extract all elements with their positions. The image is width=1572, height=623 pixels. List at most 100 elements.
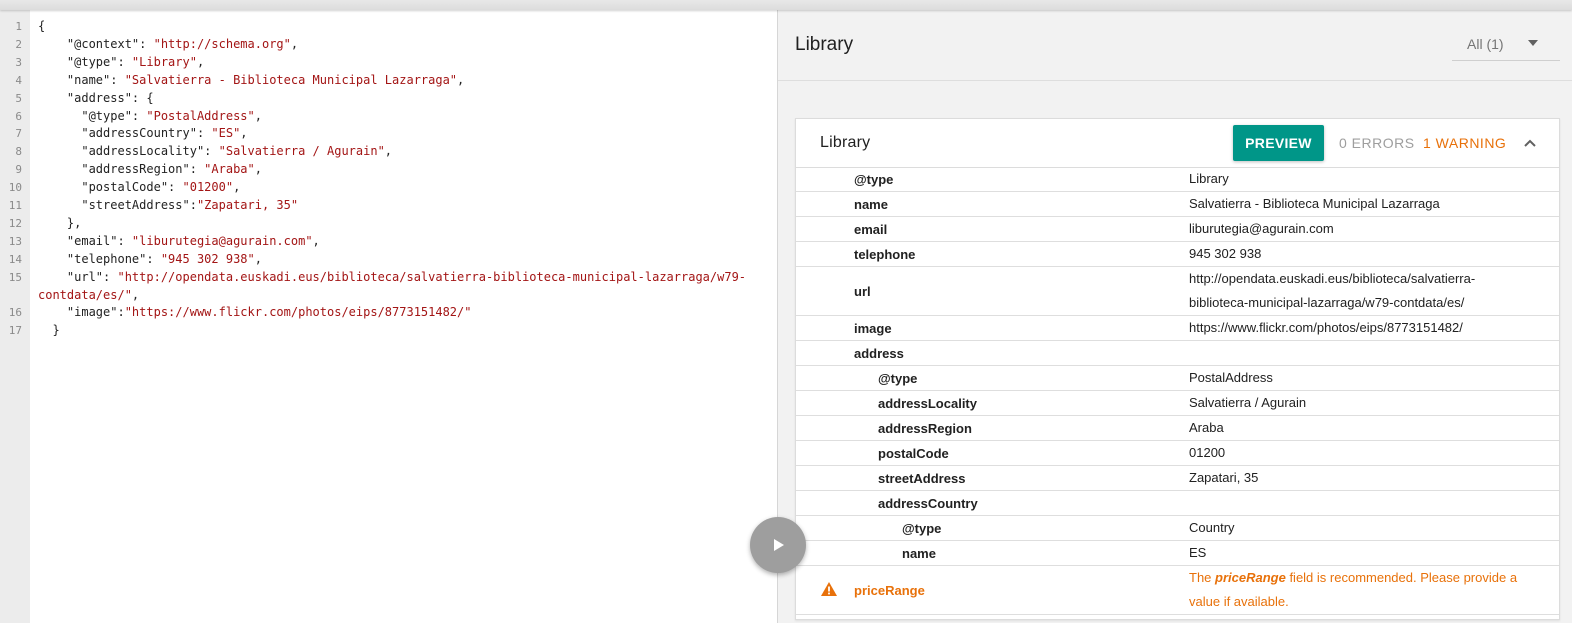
filter-selected-value: All (1) xyxy=(1467,36,1504,52)
line-number: 11 xyxy=(8,199,22,213)
code-lines[interactable]: 1{2 "@context": "http://schema.org", 3 "@… xyxy=(0,18,778,340)
json-token: , xyxy=(254,251,262,266)
property-key: @type xyxy=(902,520,942,536)
property-key: email xyxy=(854,221,888,237)
property-value: https://www.flickr.com/photos/eips/87731… xyxy=(1189,320,1463,335)
json-string-value: "Araba" xyxy=(204,162,255,177)
code-line[interactable]: 15 "url": "http://opendata.euskadi.eus/b… xyxy=(0,269,778,305)
line-number: 10 xyxy=(8,181,22,195)
property-key: addressCountry xyxy=(878,495,978,511)
property-key: image xyxy=(854,320,892,336)
property-value: ES xyxy=(1189,545,1207,560)
property-row: @type Library xyxy=(796,167,1559,192)
code-editor[interactable]: 1{2 "@context": "http://schema.org", 3 "@… xyxy=(0,10,778,623)
json-token: "image": xyxy=(38,305,125,320)
json-token: , xyxy=(312,233,320,248)
results-header: Library All (1) xyxy=(778,10,1572,81)
json-token: "url": xyxy=(38,269,118,284)
card-title: Library xyxy=(820,134,871,151)
json-string-value: "PostalAddress" xyxy=(146,108,255,123)
code-line[interactable]: 17 } xyxy=(0,322,778,340)
warnings-count[interactable]: 1 WARNING xyxy=(1423,135,1506,151)
code-line[interactable]: 1{ xyxy=(0,18,778,36)
code-line[interactable]: 3 "@type": "Library", xyxy=(0,54,778,72)
property-value: PostalAddress xyxy=(1189,370,1273,385)
property-key: @type xyxy=(854,171,894,187)
json-token: , xyxy=(384,144,393,159)
property-value: Salvatierra - Biblioteca Municipal Lazar… xyxy=(1189,196,1440,211)
property-value: Country xyxy=(1189,520,1235,535)
property-row: address xyxy=(796,341,1559,366)
json-token: "name": xyxy=(38,72,125,87)
warning-message-prefix: The xyxy=(1189,570,1216,585)
property-row: name ES xyxy=(796,541,1559,566)
warning-property-key: priceRange xyxy=(854,582,925,598)
code-text: "name": "Salvatierra - Biblioteca Munici… xyxy=(38,72,464,90)
code-line[interactable]: 5 "address": { xyxy=(0,90,778,108)
code-line[interactable]: 12 }, xyxy=(0,215,778,233)
property-row: @type Country xyxy=(796,516,1559,541)
warning-row[interactable]: priceRange The priceRange field is recomm… xyxy=(796,566,1559,615)
play-icon xyxy=(774,539,784,551)
json-string-value: "http://schema.org" xyxy=(153,36,291,51)
code-line[interactable]: 8 "addressLocality": "Salvatierra / Agur… xyxy=(0,143,778,161)
property-key: addressRegion xyxy=(878,420,972,436)
code-line[interactable]: 4 "name": "Salvatierra - Biblioteca Muni… xyxy=(0,72,778,90)
card-header[interactable]: Library PREVIEW 0 ERRORS 1 WARNING xyxy=(796,119,1559,168)
property-row: telephone 945 302 938 xyxy=(796,242,1559,267)
property-key: telephone xyxy=(854,246,916,262)
code-line[interactable]: 13 "email": "liburutegia@agurain.com", xyxy=(0,233,778,251)
code-text: "telephone": "945 302 938", xyxy=(38,251,262,269)
property-value: Zapatari, 35 xyxy=(1189,470,1259,485)
chevron-up-icon[interactable] xyxy=(1522,135,1538,151)
code-text: "addressLocality": "Salvatierra / Agurai… xyxy=(38,143,392,161)
property-key: @type xyxy=(878,370,918,386)
json-token: "@context": xyxy=(38,36,154,51)
property-value: Araba xyxy=(1189,420,1224,435)
code-line[interactable]: 6 "@type": "PostalAddress", xyxy=(0,108,778,126)
property-row: email liburutegia@agurain.com xyxy=(796,217,1559,242)
code-line[interactable]: 9 "addressRegion": "Araba", xyxy=(0,161,778,179)
code-text: { xyxy=(38,18,45,36)
code-line[interactable]: 14 "telephone": "945 302 938", xyxy=(0,251,778,269)
property-value: Salvatierra / Agurain xyxy=(1189,395,1307,410)
json-token: , xyxy=(233,180,241,195)
property-key: address xyxy=(854,345,904,361)
json-token: "addressCountry": xyxy=(38,126,212,141)
property-value: 01200 xyxy=(1189,445,1226,460)
code-line[interactable]: 7 "addressCountry": "ES", xyxy=(0,125,778,143)
json-token: }, xyxy=(38,215,82,230)
line-number: 5 xyxy=(15,91,22,105)
run-validation-button[interactable] xyxy=(750,517,806,573)
results-filter-dropdown[interactable]: All (1) xyxy=(1452,28,1560,61)
property-row: addressCountry xyxy=(796,491,1559,516)
property-value: 945 302 938 xyxy=(1189,246,1262,261)
json-token: } xyxy=(38,323,60,338)
json-token: "@type": xyxy=(38,54,132,69)
warning-field-name: priceRange xyxy=(1215,570,1286,585)
code-line[interactable]: 10 "postalCode": "01200", xyxy=(0,179,778,197)
json-token: , xyxy=(290,36,299,51)
code-line[interactable]: 11 "streetAddress":"Zapatari, 35" xyxy=(0,197,778,215)
property-value xyxy=(1189,491,1529,515)
code-line[interactable]: 16 "image":"https://www.flickr.com/photo… xyxy=(0,304,778,322)
json-string-value: "https://www.flickr.com/photos/eips/8773… xyxy=(124,305,472,320)
line-number: 15 xyxy=(8,270,22,284)
code-line[interactable]: 2 "@context": "http://schema.org", xyxy=(0,36,778,54)
json-token: "streetAddress": xyxy=(38,198,197,213)
property-row: addressRegion Araba xyxy=(796,416,1559,441)
json-token: "addressLocality": xyxy=(38,144,219,159)
errors-count[interactable]: 0 ERRORS xyxy=(1339,135,1415,151)
property-value: http://opendata.euskadi.eus/biblioteca/s… xyxy=(1189,271,1476,310)
json-token: , xyxy=(196,54,205,69)
property-row: url http://opendata.euskadi.eus/bibliotec… xyxy=(796,267,1559,316)
json-token: "telephone": xyxy=(38,251,161,266)
property-value: Library xyxy=(1189,171,1229,186)
property-key: name xyxy=(854,196,888,212)
property-row: addressLocality Salvatierra / Agurain xyxy=(796,391,1559,416)
property-row: image https://www.flickr.com/photos/eips/… xyxy=(796,316,1559,341)
json-token: "address": { xyxy=(38,90,154,105)
json-string-value: "ES" xyxy=(211,126,241,141)
preview-button[interactable]: PREVIEW xyxy=(1233,125,1324,161)
line-number: 3 xyxy=(15,55,22,69)
